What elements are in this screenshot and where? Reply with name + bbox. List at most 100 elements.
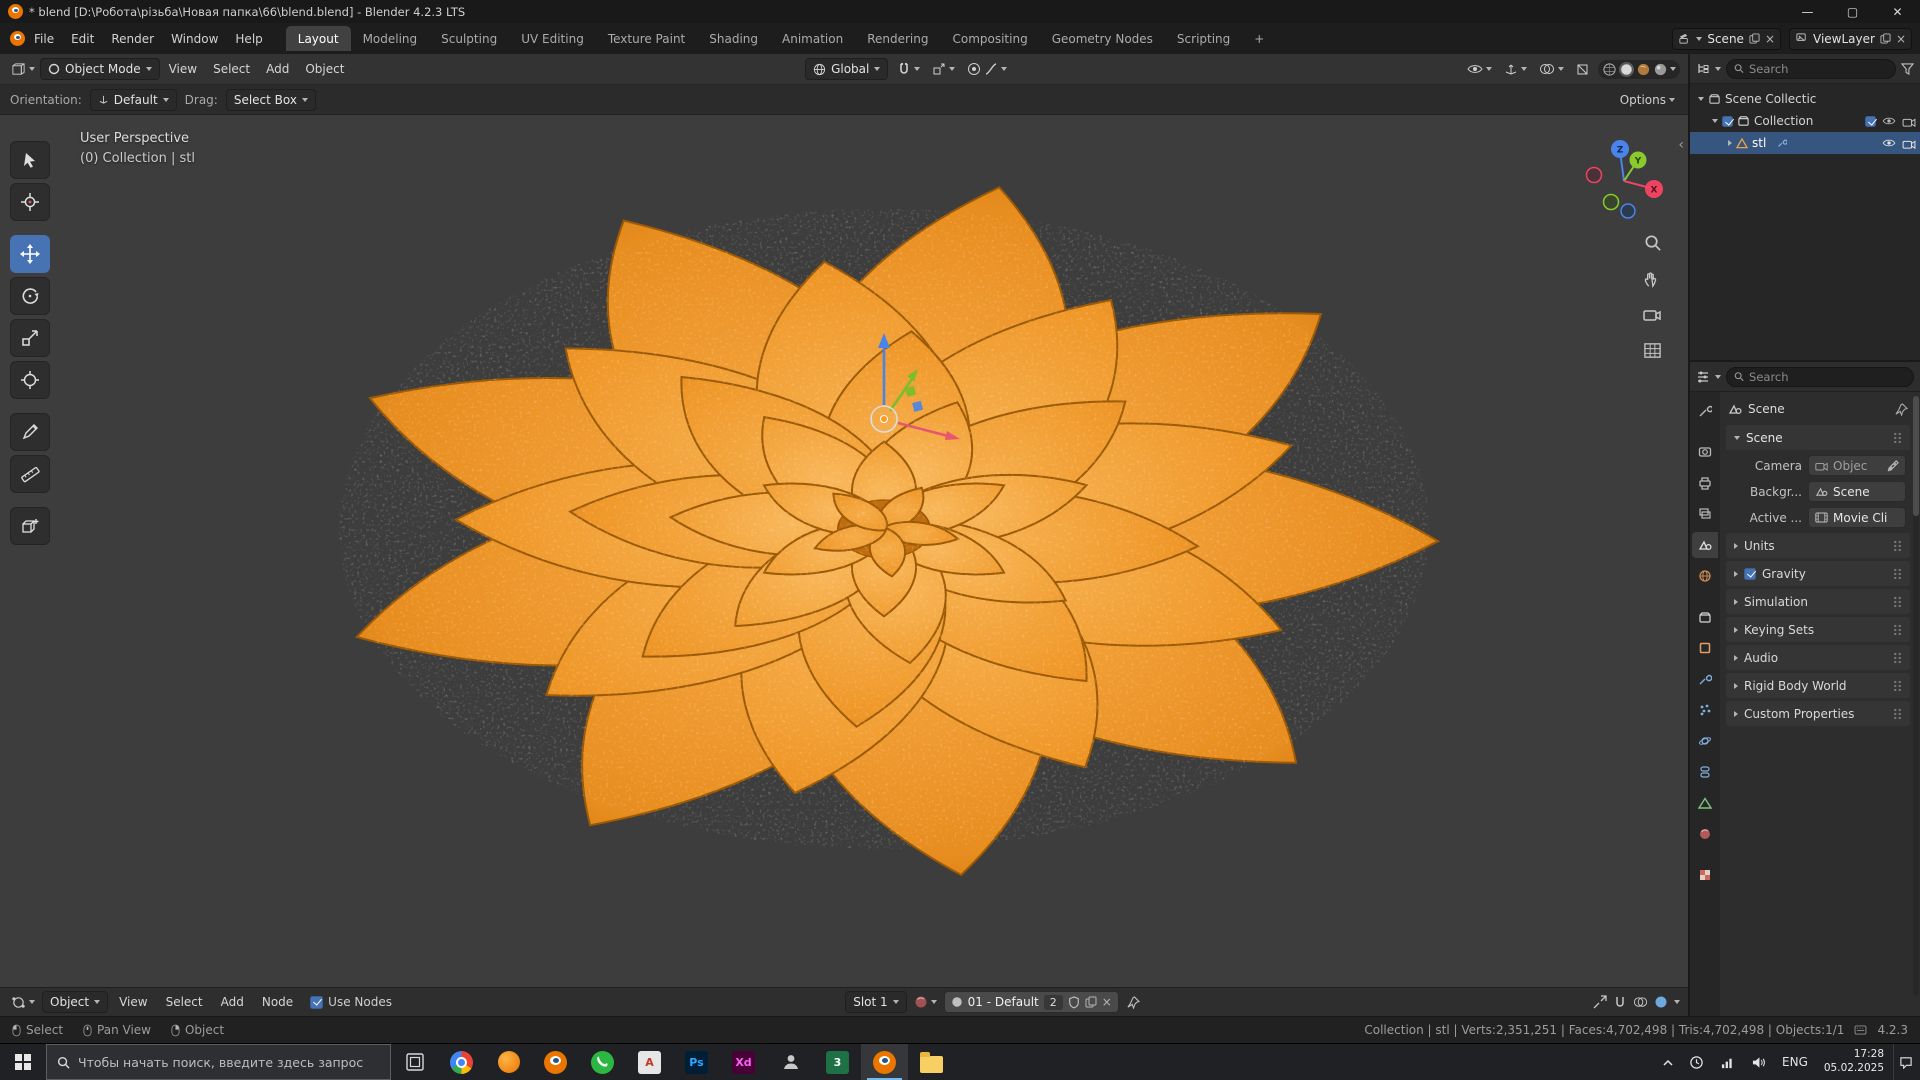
active-clip-field[interactable]: Movie Cli xyxy=(1808,507,1906,528)
taskbar-search-input[interactable] xyxy=(78,1054,380,1070)
material-browse-button[interactable] xyxy=(911,993,940,1011)
tab-render[interactable] xyxy=(1692,439,1718,465)
menu-window[interactable]: Window xyxy=(163,28,226,50)
nav-axis-y-negative[interactable] xyxy=(1602,193,1620,211)
gizmos-dropdown[interactable] xyxy=(1501,60,1530,78)
magnet-icon[interactable] xyxy=(1613,995,1627,1009)
properties-scrollbar[interactable] xyxy=(1913,396,1919,996)
tab-collection[interactable] xyxy=(1692,604,1718,630)
tab-object-data[interactable] xyxy=(1692,790,1718,816)
outliner-row-scene-collection[interactable]: Scene Collectic xyxy=(1690,88,1920,110)
tray-expand-arrow[interactable] xyxy=(1656,1044,1680,1080)
panel-drag-handle[interactable] xyxy=(1893,596,1902,607)
scene-panel-header[interactable]: Scene xyxy=(1726,425,1910,450)
hide-eye-icon[interactable] xyxy=(1882,116,1896,126)
panel-drag-handle[interactable] xyxy=(1893,652,1902,663)
measure-tool[interactable] xyxy=(10,455,50,493)
orange-app-icon[interactable] xyxy=(485,1044,532,1080)
section-audio[interactable]: Audio xyxy=(1726,645,1910,670)
gizmo-x-arrow[interactable] xyxy=(945,431,960,440)
camera-view-icon[interactable] xyxy=(1642,307,1662,323)
outliner-search[interactable] xyxy=(1726,58,1896,79)
unlink-material-icon[interactable]: × xyxy=(1102,996,1112,1008)
gizmo-z-arrow[interactable] xyxy=(878,333,890,348)
visibility-dropdown[interactable] xyxy=(1464,61,1495,77)
xray-toggle[interactable] xyxy=(1573,61,1592,78)
panel-drag-handle[interactable] xyxy=(1893,624,1902,635)
pan-hand-icon[interactable] xyxy=(1643,270,1662,289)
tab-shading[interactable]: Shading xyxy=(697,26,770,51)
minimize-button[interactable]: — xyxy=(1785,0,1830,23)
mode-dropdown[interactable]: Object Mode xyxy=(40,58,160,80)
ortho-grid-icon[interactable] xyxy=(1643,341,1662,360)
volume-icon[interactable] xyxy=(1744,1044,1773,1080)
new-viewlayer-icon[interactable] xyxy=(1880,33,1891,44)
properties-editor-icon[interactable] xyxy=(1696,370,1710,384)
menu-file[interactable]: File xyxy=(26,28,62,50)
shader-menu-select[interactable]: Select xyxy=(159,991,210,1013)
snap-toggle[interactable] xyxy=(894,60,923,78)
tab-modifiers[interactable] xyxy=(1692,666,1718,692)
clock-tray-icon[interactable] xyxy=(1682,1044,1711,1080)
panel-drag-handle[interactable] xyxy=(1893,568,1902,579)
gizmo-y-arrow[interactable] xyxy=(907,369,918,382)
chrome-icon[interactable] xyxy=(438,1044,485,1080)
action-center-button[interactable] xyxy=(1893,1044,1918,1080)
section-units[interactable]: Units xyxy=(1726,533,1910,558)
nav-axis-x-negative[interactable] xyxy=(1585,166,1603,184)
shader-menu-node[interactable]: Node xyxy=(255,991,300,1013)
section-custom-properties[interactable]: Custom Properties xyxy=(1726,701,1910,726)
render-camera-icon[interactable] xyxy=(1902,116,1916,127)
tab-object[interactable] xyxy=(1692,635,1718,661)
pin-icon[interactable] xyxy=(1895,402,1908,416)
slot-dropdown[interactable]: Slot 1 xyxy=(845,991,907,1013)
background-scene-field[interactable]: Scene xyxy=(1808,481,1906,502)
blender-app-icon[interactable] xyxy=(532,1044,579,1080)
language-indicator[interactable]: ENG xyxy=(1775,1044,1815,1080)
tab-scripting[interactable]: Scripting xyxy=(1165,26,1242,51)
gizmo-zx-plane[interactable] xyxy=(912,400,924,412)
filter-icon[interactable] xyxy=(1901,62,1914,75)
editor-type-button[interactable] xyxy=(8,60,38,79)
autodesk-icon[interactable]: A xyxy=(626,1044,673,1080)
tab-animation[interactable]: Animation xyxy=(770,26,855,51)
section-simulation[interactable]: Simulation xyxy=(1726,589,1910,614)
properties-search-input[interactable] xyxy=(1749,369,1906,384)
camera-field[interactable]: Objec xyxy=(1808,455,1906,476)
rotate-tool[interactable] xyxy=(10,277,50,315)
hide-eye-icon[interactable] xyxy=(1882,138,1896,148)
shader-menu-add[interactable]: Add xyxy=(214,991,251,1013)
shader-id-type-dropdown[interactable]: Object xyxy=(42,991,109,1013)
select-box-tool[interactable] xyxy=(10,141,50,179)
viewport-canvas[interactable]: User Perspective (0) Collection | stl Z … xyxy=(0,115,1688,987)
section-rigid-body-world[interactable]: Rigid Body World xyxy=(1726,673,1910,698)
tab-geometry-nodes[interactable]: Geometry Nodes xyxy=(1040,26,1165,51)
shading-rendered-button[interactable] xyxy=(1653,62,1668,77)
proportional-editing-button[interactable] xyxy=(964,60,1010,78)
disclosure-icon[interactable] xyxy=(1698,97,1704,101)
menu-edit[interactable]: Edit xyxy=(63,28,102,50)
orientation-dropdown[interactable]: Default xyxy=(89,88,177,111)
eyedropper-icon[interactable] xyxy=(1887,459,1899,472)
tab-compositing[interactable]: Compositing xyxy=(940,26,1039,51)
remove-viewlayer-icon[interactable]: × xyxy=(1896,33,1906,45)
outliner-row-stl[interactable]: stl xyxy=(1690,132,1920,154)
shading-solid-button[interactable] xyxy=(1619,61,1634,77)
tab-uv-editing[interactable]: UV Editing xyxy=(509,26,596,51)
sidebar-collapse-arrow[interactable]: ‹ xyxy=(1678,137,1684,153)
whatsapp-icon[interactable] xyxy=(579,1044,626,1080)
render-camera-icon[interactable] xyxy=(1902,138,1916,149)
start-button[interactable] xyxy=(0,1044,46,1080)
tab-constraints[interactable] xyxy=(1692,759,1718,785)
cursor-tool[interactable] xyxy=(10,183,50,221)
shader-editor-type-button[interactable] xyxy=(8,993,38,1012)
excel-app-icon[interactable]: 3 xyxy=(814,1044,861,1080)
tab-material[interactable] xyxy=(1692,821,1718,847)
vp-menu-object[interactable]: Object xyxy=(298,58,351,80)
close-button[interactable]: ✕ xyxy=(1875,0,1920,23)
zoom-icon[interactable] xyxy=(1643,233,1662,252)
menu-help[interactable]: Help xyxy=(227,28,270,50)
person-app-icon[interactable] xyxy=(767,1044,814,1080)
gravity-checkbox[interactable] xyxy=(1744,567,1756,580)
snap-target-button[interactable] xyxy=(929,60,958,78)
